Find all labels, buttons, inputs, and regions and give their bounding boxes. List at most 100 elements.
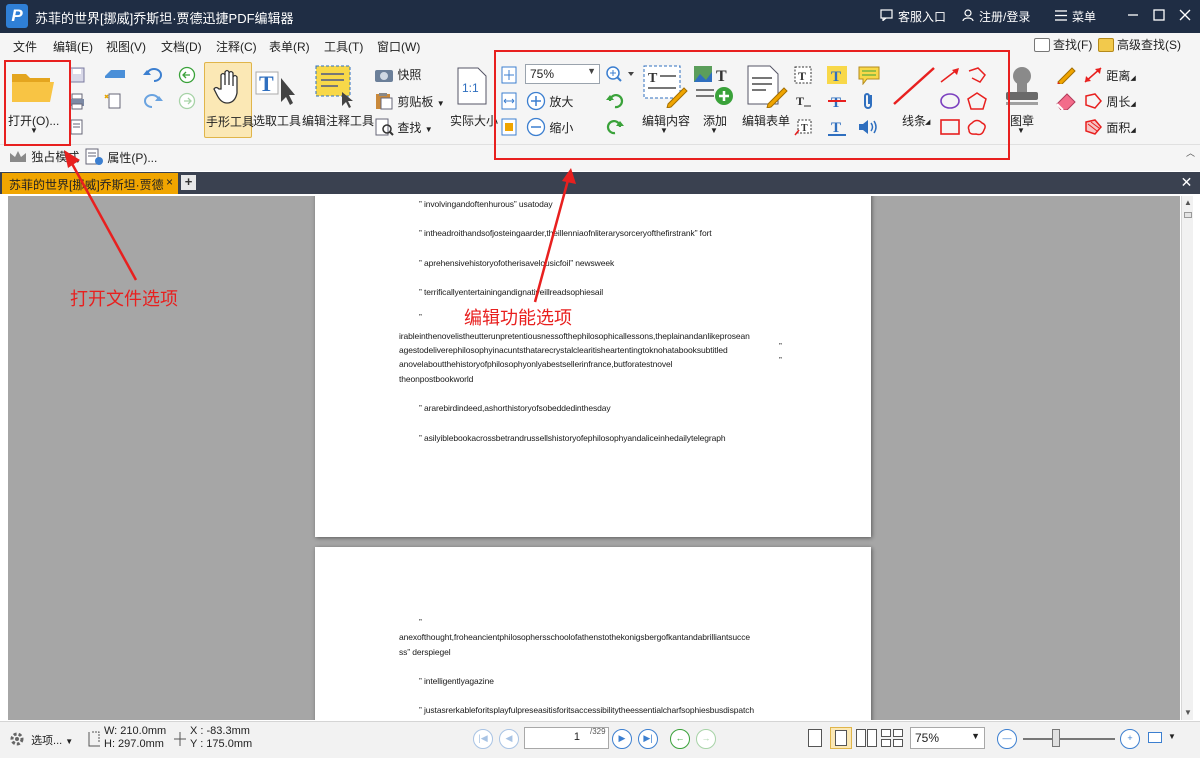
options-button[interactable]: 选项... ▼ <box>8 730 73 748</box>
page-text-line: ” ararebirdindeed,ashorthistoryofsobedde… <box>419 403 611 413</box>
pencil-icon[interactable] <box>1055 66 1077 84</box>
exclusive-mode-button[interactable]: 独占模式 <box>8 148 79 165</box>
customer-service-label: 客服入口 <box>898 10 947 24</box>
close-all-tabs-button[interactable]: ✕ <box>1179 175 1194 190</box>
minimize-button[interactable] <box>1123 6 1143 26</box>
actual-size-button[interactable]: 1:1 实际大小 <box>448 62 498 138</box>
page-width: W: 210.0mm <box>104 725 167 737</box>
menu-file[interactable]: 文件 <box>13 38 37 55</box>
fullscreen-icon[interactable] <box>1148 732 1162 743</box>
new-tab-button[interactable]: + <box>181 175 196 190</box>
distance-button[interactable]: 距离◢ <box>1083 66 1136 84</box>
login-label: 注册/登录 <box>979 10 1031 24</box>
login-button[interactable]: 注册/登录 <box>962 8 1030 25</box>
collapse-ribbon-button[interactable]: ︿ <box>1186 146 1195 159</box>
distance-label: 距离 <box>1106 69 1131 83</box>
select-tool-button[interactable]: T 选取工具 <box>253 62 301 138</box>
status-zoom-select[interactable]: 75% ▼ <box>910 727 985 749</box>
page-text-line: ” intheadroithandsofjosteingaarder,theil… <box>419 228 712 238</box>
options-dropdown-icon: ▼ <box>65 737 74 746</box>
eraser-icon[interactable] <box>1055 92 1077 110</box>
distance-icon <box>1084 67 1102 83</box>
menu-view[interactable]: 视图(V) <box>106 38 146 55</box>
go-back-button[interactable]: ← <box>670 729 690 749</box>
edit-annotation-tool-label: 编辑注释工具 <box>302 114 375 128</box>
single-page-view-icon[interactable] <box>808 729 822 747</box>
last-page-button[interactable]: ▶| <box>638 729 658 749</box>
document-viewer[interactable]: ” involvingandoftenhurous” usatoday ” in… <box>8 196 1180 720</box>
zoom-slider-knob[interactable] <box>1052 729 1060 747</box>
undo-icon[interactable] <box>142 66 164 84</box>
menu-comment[interactable]: 注释(C) <box>216 38 257 55</box>
customer-service-button[interactable]: 客服入口 <box>880 8 946 25</box>
open-highlight-box <box>4 60 71 146</box>
perimeter-dropdown-icon: ◢ <box>1130 101 1136 108</box>
go-forward-button[interactable]: → <box>696 729 716 749</box>
hand-tool-button[interactable]: 手形工具 <box>204 62 254 138</box>
page-text-line: anovelaboutthehistoryofphilosophyonlyabe… <box>399 359 673 369</box>
scroll-up-icon[interactable]: ▲ <box>1184 198 1192 207</box>
tab-close-icon[interactable]: × <box>166 175 173 189</box>
menu-tools[interactable]: 工具(T) <box>324 38 363 55</box>
continuous-facing-view-icon-bottom <box>881 739 891 747</box>
maximize-button[interactable] <box>1149 6 1169 26</box>
current-page-value: 1 <box>573 731 580 743</box>
advanced-find-button[interactable]: 高级查找(S) <box>1098 36 1181 55</box>
menu-window[interactable]: 窗口(W) <box>377 38 420 55</box>
continuous-facing-view-icon-bottom-right <box>893 739 903 747</box>
page-text-line: ” <box>419 617 422 627</box>
status-zoom-in-button[interactable]: + <box>1120 729 1140 749</box>
facing-view-icon[interactable] <box>856 729 866 747</box>
pdf-page-2: ” anexofthought,froheancientphilosophers… <box>315 547 871 720</box>
vertical-scrollbar[interactable]: ▲ ▼ <box>1181 196 1193 720</box>
window-title: 苏菲的世界[挪威]乔斯坦·贾德迅捷PDF编辑器 <box>35 11 294 26</box>
page-text-line: ” asilyiblebookacrossbetrandrussellshist… <box>419 433 726 443</box>
hamburger-icon <box>1055 10 1067 24</box>
edit-annotation-tool-button[interactable]: 编辑注释工具 <box>302 62 375 138</box>
properties-button[interactable]: 属性(P)... <box>84 148 157 166</box>
continuous-facing-view-icon-right <box>893 729 903 737</box>
edit-functions-annotation-label: 编辑功能选项 <box>464 308 572 329</box>
svg-text:T: T <box>259 71 274 96</box>
menu-document[interactable]: 文档(D) <box>161 38 202 55</box>
forward-icon[interactable] <box>178 92 196 110</box>
close-button[interactable] <box>1175 6 1195 26</box>
next-page-button[interactable]: ▶ <box>612 729 632 749</box>
perimeter-button[interactable]: 周长◢ <box>1083 92 1136 110</box>
continuous-facing-view-icon[interactable] <box>881 729 891 737</box>
hand-icon <box>213 69 238 104</box>
page-text-line: irableinthenovelistheutterunpretentiousn… <box>399 331 750 341</box>
maximize-icon <box>1153 9 1165 21</box>
status-zoom-out-button[interactable]: — <box>997 729 1017 749</box>
snapshot-label: 快照 <box>397 68 422 82</box>
menu-edit[interactable]: 编辑(E) <box>53 38 93 55</box>
first-page-button[interactable]: |◀ <box>473 729 493 749</box>
clipboard-button[interactable]: 剪贴板 ▼ <box>374 92 445 110</box>
snapshot-button[interactable]: 快照 <box>374 66 421 83</box>
find-button[interactable]: 查找(F) <box>1034 36 1092 55</box>
ribbon-find-label: 查找 <box>397 121 422 135</box>
scroll-down-icon[interactable]: ▼ <box>1184 708 1192 717</box>
fullscreen-dropdown-icon[interactable]: ▼ <box>1168 732 1176 741</box>
page-text-line: ” intelligentlyagazine <box>419 676 494 686</box>
ribbon-find-button[interactable]: 查找 ▼ <box>374 118 433 136</box>
new-document-icon[interactable] <box>103 92 127 110</box>
area-button[interactable]: 面积◢ <box>1083 118 1136 136</box>
close-icon <box>1179 9 1191 21</box>
main-menu-button[interactable]: 菜单 <box>1055 8 1096 25</box>
redo-icon[interactable] <box>142 92 164 110</box>
scan-icon[interactable] <box>103 66 127 84</box>
menu-form[interactable]: 表单(R) <box>269 38 310 55</box>
back-icon[interactable] <box>178 66 196 84</box>
document-tab[interactable]: 苏菲的世界[挪威]乔斯坦·贾德 × <box>2 173 178 194</box>
scrollbar-thumb[interactable] <box>1184 212 1192 218</box>
gear-icon <box>10 732 24 746</box>
total-pages: 329 <box>592 727 606 736</box>
previous-page-button[interactable]: ◀ <box>499 729 519 749</box>
edit-highlight-box <box>494 50 1010 160</box>
find-icon <box>1034 38 1050 52</box>
continuous-view-icon[interactable] <box>830 727 852 749</box>
zoom-slider-track[interactable] <box>1023 738 1115 740</box>
page-text-line: anexofthought,froheancientphilosopherssc… <box>399 632 750 642</box>
crown-icon <box>10 151 26 162</box>
